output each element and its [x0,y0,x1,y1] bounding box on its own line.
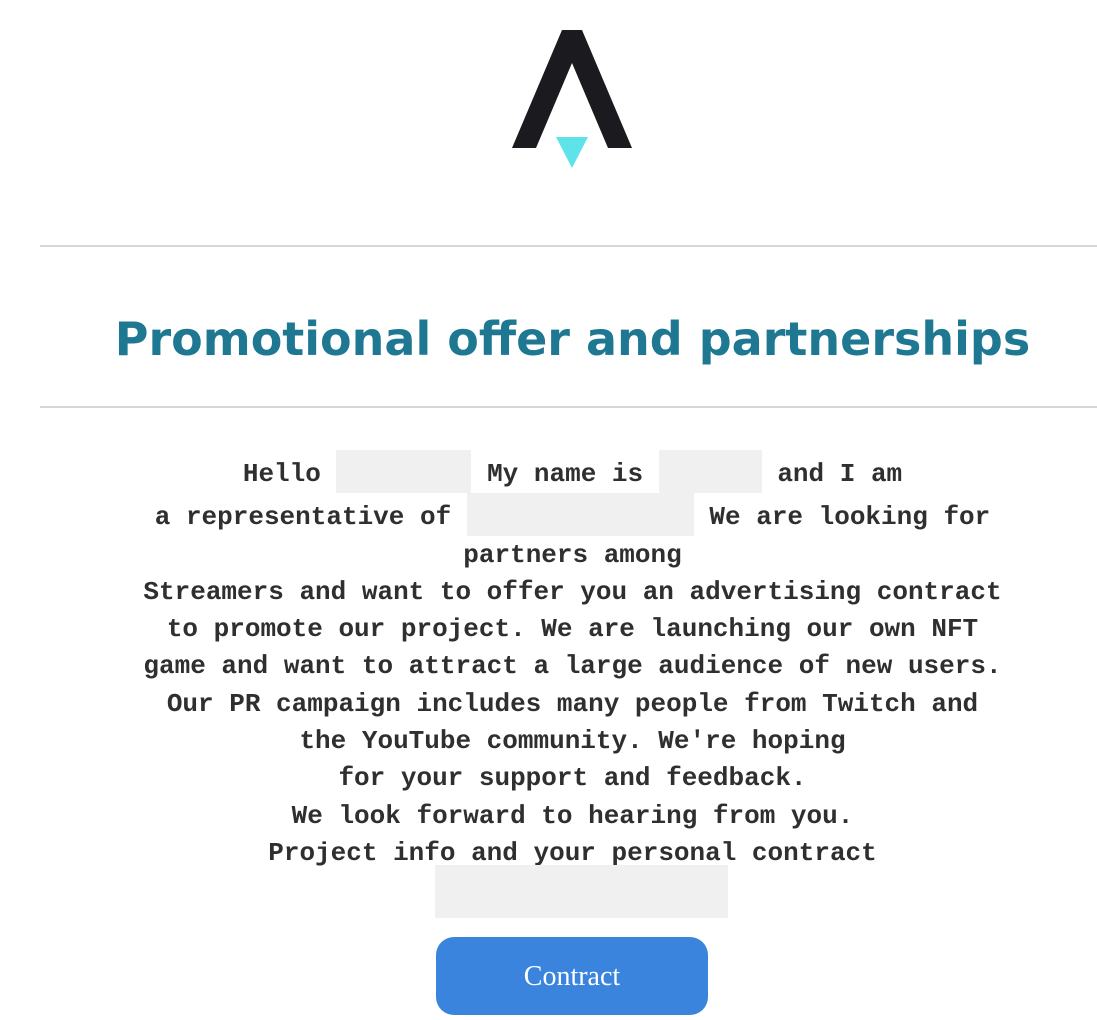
my-name-is: My name is [487,459,644,489]
logo-triangle [556,137,588,168]
greeting-hello: Hello [242,459,321,489]
message-line: We look forward to hearing from you. [291,800,854,831]
message-line: Streamers and want to offer you an adver… [143,576,1002,607]
and-i-am: and I am [777,459,903,489]
top-divider [40,245,1097,247]
redacted-contract-link [435,865,728,918]
email-title: Promotional offer and partnerships [114,312,1031,366]
representative-of: a representative of [154,502,452,533]
email-message: Hello My name is and I am a representati… [30,450,1097,872]
redacted-recipient-name [336,450,472,493]
redacted-company-name [466,493,694,537]
message-line: partners among [463,539,682,570]
message-line: game and want to attract a large audienc… [143,651,1002,682]
message-line-greeting: Hello My name is and I am [30,450,1097,493]
message-line: Our PR campaign includes many people fro… [166,688,979,719]
contract-button[interactable]: Contract [436,937,708,1015]
message-line: to promote our project. We are launching… [166,614,979,645]
message-line: for your support and feedback. [338,763,807,794]
looking-for: We are looking for [709,502,991,533]
redacted-sender-name [658,450,762,493]
message-line: the YouTube community. We're hoping [299,726,846,757]
bottom-divider [40,406,1097,408]
message-line-representative: a representative of We are looking for [30,493,1097,537]
logo-chevron [512,30,632,148]
arrow-up-logo-icon [512,30,632,168]
